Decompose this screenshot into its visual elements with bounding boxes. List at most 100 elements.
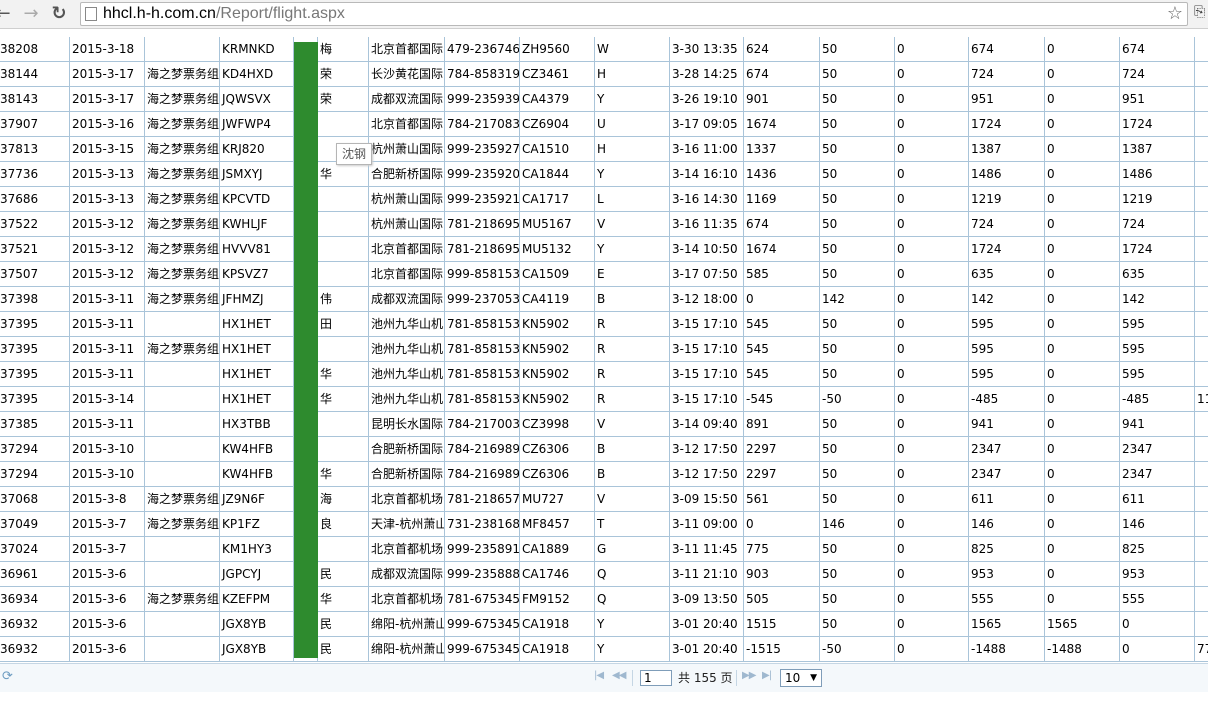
table-row[interactable]: 372942015-3-10KW4HFB赵合肥新桥国际784-216989CZ6… (0, 437, 1208, 462)
cell-fare: 0 (744, 287, 820, 312)
table-row[interactable]: 369322015-3-6JGX8YB张民绵阳-杭州萧山999-675345CA… (0, 637, 1208, 662)
table-row[interactable]: 372942015-3-10KW4HFB唐华合肥新桥国际784-216989CZ… (0, 462, 1208, 487)
cell-flight-time: 3-14 16:10 (670, 162, 744, 187)
table-row[interactable]: 379072015-3-16海之梦票务组JWFWP4田北京首都国际784-217… (0, 112, 1208, 137)
cell-pnr: JFHMZJ (220, 287, 294, 312)
table-row[interactable]: 370682015-3-8海之梦票务组JZ9N6F李海北京首都机场781-218… (0, 487, 1208, 512)
page-size-value: 10 (785, 671, 801, 685)
cell-extra (1195, 537, 1208, 562)
cell-pnr: HX1HET (220, 387, 294, 412)
cell-pnr: JGX8YB (220, 637, 294, 662)
cell-tax: 50 (820, 212, 895, 237)
cell-pnr: HX1HET (220, 312, 294, 337)
cell-total: 635 (969, 262, 1045, 287)
cell-departure: 北京首都国际 (369, 112, 445, 137)
address-bar[interactable]: hhcl.h-h.com.cn/Report/flight.aspx ☆ (80, 2, 1188, 26)
table-row[interactable]: 369612015-3-6JGPCYJ张民成都双流国际999-235888CA1… (0, 562, 1208, 587)
table-row[interactable]: 369342015-3-6海之梦票务组KZEFPM潘华北京首都机场781-675… (0, 587, 1208, 612)
table-row[interactable]: 369322015-3-6JGX8YB张民绵阳-杭州萧山999-675345CA… (0, 612, 1208, 637)
first-page-icon[interactable]: |◀ (594, 670, 604, 681)
cell-order-date: 2015-3-6 (70, 612, 145, 637)
table-row[interactable]: 382082015-3-18KRMNKD丑梅北京首都国际479-236746ZH… (0, 37, 1208, 62)
cell-total: 674 (969, 37, 1045, 62)
cell-tax: 50 (820, 437, 895, 462)
cell-tax: 50 (820, 262, 895, 287)
cell-order-id: 37907 (0, 112, 70, 137)
url-text[interactable]: hhcl.h-h.com.cn/Report/flight.aspx (103, 4, 345, 24)
table-row[interactable]: 370242015-3-7KM1HY3沈北京首都机场999-235891CA18… (0, 537, 1208, 562)
cell-tax: 50 (820, 562, 895, 587)
cell-extra (1195, 62, 1208, 87)
cell-balance: 142 (1120, 287, 1195, 312)
cell-fare: 1169 (744, 187, 820, 212)
next-page-icon[interactable]: ▶▶ (742, 670, 756, 681)
table-row[interactable]: 381442015-3-17海之梦票务组KD4HXD三荣长沙黄花国际784-85… (0, 62, 1208, 87)
table-row[interactable]: 375212015-3-12海之梦票务组HVVV81赵北京首都国际781-218… (0, 237, 1208, 262)
table-row[interactable]: 373952015-3-11海之梦票务组HX1HET吴池州九华山机781-858… (0, 337, 1208, 362)
table-row[interactable]: 373952015-3-11HX1HET刘田池州九华山机781-858153KN… (0, 312, 1208, 337)
page-size-select[interactable]: 10 ▼ (780, 669, 822, 687)
table-row[interactable]: 378132015-3-15海之梦票务组KRJ820沈杭州萧山国际999-235… (0, 137, 1208, 162)
cell-ticket-no: 781-858153 (445, 337, 520, 362)
cell-order-date: 2015-3-11 (70, 362, 145, 387)
page-number-input[interactable] (640, 670, 672, 686)
cell-departure: 北京首都国际 (369, 237, 445, 262)
cell-balance: 0 (1120, 612, 1195, 637)
bookmark-star-icon[interactable]: ☆ (1167, 3, 1183, 25)
table-row[interactable]: 373852015-3-11HX3TBB吴昆明长水国际784-217003CZ3… (0, 412, 1208, 437)
cell-total: 724 (969, 212, 1045, 237)
table-row[interactable]: 370492015-3-7海之梦票务组KP1FZ秦良天津-杭州萧山731-238… (0, 512, 1208, 537)
flight-report-grid: 382082015-3-18KRMNKD丑梅北京首都国际479-236746ZH… (0, 37, 1208, 662)
cell-order-id: 37813 (0, 137, 70, 162)
cell-paid: 0 (1045, 62, 1120, 87)
table-row[interactable]: 375222015-3-12海之梦票务组KWHLJF赵杭州萧山国际781-218… (0, 212, 1208, 237)
refresh-icon[interactable]: ⟳ (2, 669, 13, 684)
cell-paid: 0 (1045, 187, 1120, 212)
cell-paid: 0 (1045, 337, 1120, 362)
cell-flight-no: KN5902 (520, 387, 595, 412)
back-icon[interactable]: ← (0, 3, 14, 25)
cell-extra (1195, 437, 1208, 462)
table-row[interactable]: 377362015-3-13海之梦票务组JSMXYJ孙华合肥新桥国际999-23… (0, 162, 1208, 187)
cell-ticket-no: 999-235927 (445, 137, 520, 162)
cell-ticket-no: 999-237053 (445, 287, 520, 312)
cell-total: 595 (969, 337, 1045, 362)
prev-page-icon[interactable]: ◀◀ (612, 670, 626, 681)
cell-group (145, 462, 220, 487)
cell-order-date: 2015-3-10 (70, 462, 145, 487)
cell-pnr: JSMXYJ (220, 162, 294, 187)
forward-icon[interactable]: → (20, 3, 42, 25)
cell-fare: 545 (744, 337, 820, 362)
cell-extra (1195, 162, 1208, 187)
cell-extra (1195, 262, 1208, 287)
cell-commission: 0 (895, 337, 969, 362)
last-page-icon[interactable]: ▶| (762, 670, 772, 681)
extension-icon[interactable]: ⎘ (1194, 4, 1208, 24)
cell-pnr: KRMNKD (220, 37, 294, 62)
table-row[interactable]: 376862015-3-13海之梦票务组KPCVTD李杭州萧山国际999-235… (0, 187, 1208, 212)
cell-order-date: 2015-3-10 (70, 437, 145, 462)
cell-passenger-given: 荣 (318, 62, 369, 87)
cell-commission: 0 (895, 362, 969, 387)
table-row[interactable]: 381432015-3-17海之梦票务组JQWSVX三荣成都双流国际999-23… (0, 87, 1208, 112)
table-row[interactable]: 375072015-3-12海之梦票务组KPSVZ7苏北京首都国际999-858… (0, 262, 1208, 287)
table-row[interactable]: 373952015-3-11HX1HET孙华池州九华山机781-858153KN… (0, 362, 1208, 387)
cell-commission: 0 (895, 62, 969, 87)
table-row[interactable]: 373952015-3-14HX1HET孙华池州九华山机781-858153KN… (0, 387, 1208, 412)
cell-total: 595 (969, 312, 1045, 337)
cell-passenger-given: 田 (318, 312, 369, 337)
cell-balance: 1486 (1120, 162, 1195, 187)
cell-flight-no: MU727 (520, 487, 595, 512)
cell-balance: 953 (1120, 562, 1195, 587)
cell-ticket-no: 781-218695 (445, 212, 520, 237)
cell-paid: 0 (1045, 212, 1120, 237)
cell-pnr: JGPCYJ (220, 562, 294, 587)
table-row[interactable]: 373982015-3-11海之梦票务组JFHMZJ张伟成都双流国际999-23… (0, 287, 1208, 312)
cell-tax: 50 (820, 187, 895, 212)
cell-balance: 595 (1120, 337, 1195, 362)
cell-flight-no: CA1510 (520, 137, 595, 162)
cell-total: 1565 (969, 612, 1045, 637)
reload-icon[interactable]: ↻ (48, 3, 70, 25)
cell-departure: 合肥新桥国际 (369, 162, 445, 187)
cell-commission: 0 (895, 462, 969, 487)
